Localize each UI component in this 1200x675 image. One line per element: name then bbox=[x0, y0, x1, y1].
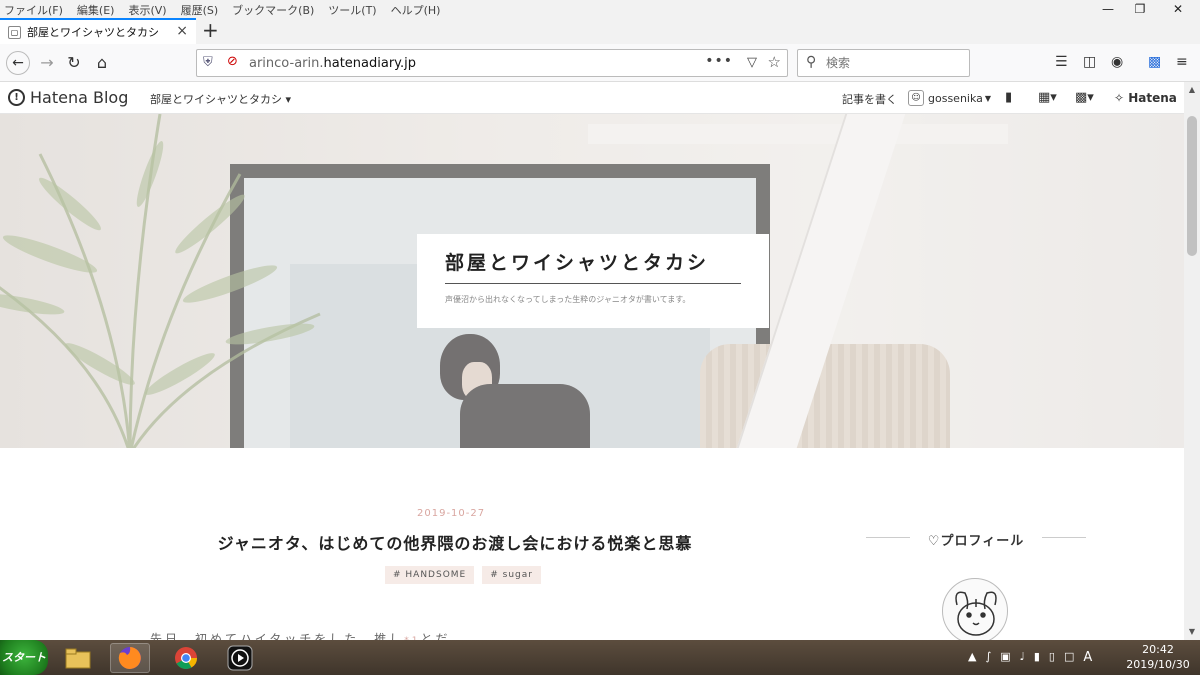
minimize-icon[interactable]: — bbox=[1092, 0, 1124, 18]
post-tags: # HANDSOME # sugar bbox=[385, 566, 541, 584]
chrome-icon[interactable] bbox=[166, 643, 206, 673]
user-menu[interactable]: ☺ gossenika ▼ bbox=[908, 90, 991, 106]
blog-title[interactable]: 部屋とワイシャツとタカシ bbox=[445, 248, 741, 284]
page-actions-icon[interactable]: ••• bbox=[705, 53, 733, 69]
blog-menu-dropdown[interactable]: 部屋とワイシャツとタカシ ▾ bbox=[150, 91, 291, 107]
hatena-header: ! Hatena Blog 部屋とワイシャツとタカシ ▾ 記事を書く ☺ gos… bbox=[0, 82, 1184, 114]
hatena-link[interactable]: ✧ Hatena bbox=[1114, 91, 1177, 105]
explorer-icon[interactable] bbox=[58, 643, 98, 673]
tag-handsome[interactable]: # HANDSOME bbox=[385, 566, 475, 584]
forward-arrow-icon[interactable]: → bbox=[35, 51, 59, 75]
blog-title-box: 部屋とワイシャツとタカシ 声優沼から出れなくなってしまった生粋のジャニオタが書い… bbox=[417, 234, 769, 328]
bluetooth-icon[interactable]: ∫ bbox=[985, 650, 991, 665]
volume-icon[interactable]: ♩ bbox=[1020, 650, 1025, 665]
chevron-down-icon: ▼ bbox=[984, 93, 992, 103]
window-close-icon[interactable]: ✕ bbox=[1156, 0, 1200, 18]
clock-time: 20:42 bbox=[1142, 643, 1174, 656]
home-icon[interactable]: ⌂ bbox=[90, 51, 114, 75]
media-player-icon[interactable] bbox=[220, 643, 260, 673]
notifications-icon[interactable]: ▩▾ bbox=[1075, 90, 1094, 105]
taskbar-clock[interactable]: 20:42 2019/10/30 bbox=[1122, 642, 1194, 672]
tab-title: 部屋とワイシャツとタカシ bbox=[27, 26, 159, 39]
firefox-icon[interactable] bbox=[110, 643, 150, 673]
tab-close-icon[interactable]: × bbox=[176, 23, 188, 39]
tab-strip: ▢ 部屋とワイシャツとタカシ × + bbox=[0, 18, 1200, 44]
account-icon[interactable]: ◉ bbox=[1111, 54, 1123, 70]
profile-avatar[interactable] bbox=[942, 578, 1008, 644]
scroll-up-icon[interactable]: ▲ bbox=[1184, 82, 1200, 98]
profile-heading: ♡プロフィール bbox=[866, 530, 1086, 549]
menu-edit[interactable]: 編集(E) bbox=[77, 2, 115, 18]
tracking-shield-icon[interactable]: ⛨ bbox=[203, 55, 213, 70]
ime-indicator[interactable]: A bbox=[1083, 650, 1092, 665]
pocket-icon[interactable]: ▽ bbox=[747, 55, 757, 70]
url-bar[interactable]: ⛨ ⊘ arinco-arin.hatenadiary.jp ••• ▽ ☆ bbox=[196, 49, 788, 77]
extension-icon[interactable]: ▩ bbox=[1148, 54, 1161, 70]
hatena-blog-logo[interactable]: ! Hatena Blog bbox=[8, 88, 128, 107]
url-text[interactable]: arinco-arin.hatenadiary.jp bbox=[249, 56, 416, 71]
menu-tools[interactable]: ツール(T) bbox=[328, 2, 376, 18]
tag-sugar[interactable]: # sugar bbox=[482, 566, 541, 584]
clock-date: 2019/10/30 bbox=[1126, 658, 1190, 671]
hatena-favicon-icon: ▢ bbox=[8, 25, 21, 39]
post-date[interactable]: 2019-10-27 bbox=[417, 508, 485, 519]
menu-view[interactable]: 表示(V) bbox=[128, 2, 166, 18]
scroll-thumb[interactable] bbox=[1187, 116, 1197, 256]
insecure-lock-icon[interactable]: ⊘ bbox=[227, 54, 238, 69]
dog-avatar-icon bbox=[955, 591, 997, 636]
restore-icon[interactable]: ❐ bbox=[1124, 0, 1156, 18]
user-avatar-icon: ☺ bbox=[908, 90, 924, 106]
menu-file[interactable]: ファイル(F) bbox=[4, 2, 63, 18]
navigation-toolbar: ← → ↻ ⌂ ⛨ ⊘ arinco-arin.hatenadiary.jp •… bbox=[0, 44, 1200, 82]
hatena-logo-icon: ! bbox=[8, 89, 25, 106]
menu-bar: ファイル(F) 編集(E) 表示(V) 履歴(S) ブックマーク(B) ツール(… bbox=[0, 0, 1200, 18]
post-title[interactable]: ジャニオタ、はじめての他界隈のお渡し会における悦楽と思慕 bbox=[210, 530, 700, 554]
battery-icon[interactable]: ▯ bbox=[1049, 650, 1055, 665]
new-tab-icon[interactable]: + bbox=[202, 18, 219, 42]
bookmark-star-icon[interactable]: ☆ bbox=[768, 53, 781, 71]
apps-grid-icon[interactable]: ▦▾ bbox=[1038, 90, 1057, 105]
search-icon: ⚲ bbox=[806, 54, 817, 70]
blog-description: 声優沼から出れなくなってしまった生粋のジャニオタが書いてます。 bbox=[445, 295, 691, 304]
page-scrollbar[interactable]: ▲ ▼ bbox=[1184, 82, 1200, 640]
tab-active[interactable]: ▢ 部屋とワイシャツとタカシ × bbox=[0, 18, 196, 44]
network-icon[interactable]: ▮ bbox=[1034, 650, 1040, 665]
system-tray: ▲ ∫ ▣ ♩ ▮ ▯ □ A bbox=[968, 650, 1092, 665]
taskbar: スタート ▲ ∫ ▣ ♩ ▮ ▯ □ A 20:42 2019/10/30 bbox=[0, 640, 1200, 675]
action-center-icon[interactable]: □ bbox=[1064, 650, 1074, 665]
write-post-link[interactable]: 記事を書く bbox=[842, 91, 897, 107]
library-icon[interactable]: ☰ bbox=[1055, 54, 1068, 70]
safely-remove-icon[interactable]: ▣ bbox=[1000, 650, 1010, 665]
reload-icon[interactable]: ↻ bbox=[62, 51, 86, 75]
tray-expand-icon[interactable]: ▲ bbox=[968, 650, 976, 665]
menu-history[interactable]: 履歴(S) bbox=[181, 2, 219, 18]
bookmark-icon[interactable]: ▮ bbox=[1005, 90, 1012, 105]
scroll-down-icon[interactable]: ▼ bbox=[1184, 624, 1200, 640]
search-input[interactable] bbox=[826, 54, 964, 72]
back-arrow-icon[interactable]: ← bbox=[6, 51, 30, 75]
menu-bookmarks[interactable]: ブックマーク(B) bbox=[232, 2, 314, 18]
start-button[interactable]: スタート bbox=[0, 640, 48, 675]
sidebar-icon[interactable]: ◫ bbox=[1083, 54, 1096, 70]
search-bar[interactable]: ⚲ bbox=[797, 49, 970, 77]
menu-help[interactable]: ヘルプ(H) bbox=[391, 2, 441, 18]
hamburger-menu-icon[interactable]: ≡ bbox=[1176, 54, 1188, 70]
